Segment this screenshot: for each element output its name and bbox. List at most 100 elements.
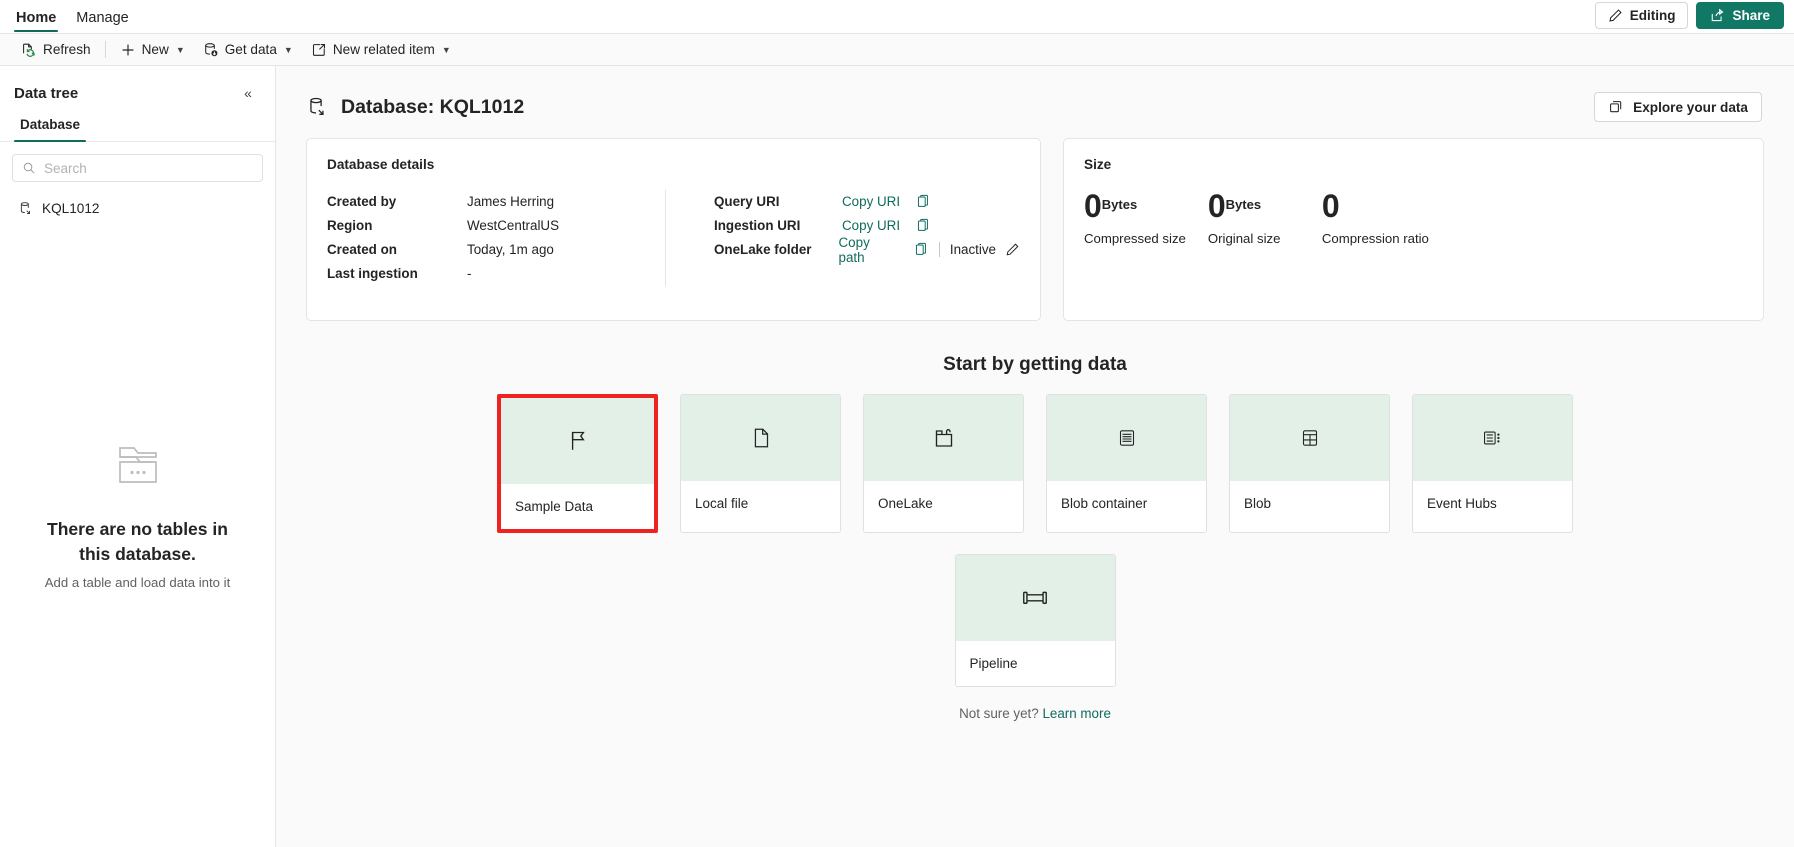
stat-number: 0 <box>1084 188 1102 224</box>
ribbon-actions: Editing Share <box>1594 2 1784 29</box>
page-body: Data tree « Database Search KQL1012 Ther… <box>0 66 1794 847</box>
search-icon <box>22 161 36 175</box>
detail-label: Query URI <box>714 194 780 210</box>
copy-query-uri-link[interactable]: Copy URI <box>842 194 900 209</box>
main-content: Database: KQL1012 Explore your data Data… <box>276 66 1794 847</box>
stat-number: 0 <box>1321 188 1340 224</box>
sidebar-tab-database-label: Database <box>20 117 81 132</box>
share-button-label: Share <box>1732 8 1770 23</box>
chevron-down-icon: ▼ <box>283 44 293 55</box>
copy-icon[interactable] <box>914 242 929 257</box>
stat-value-group: 0 <box>1322 190 1429 222</box>
flag-icon <box>564 427 592 455</box>
empty-state-title: There are no tables in this database. <box>47 518 228 564</box>
blob-icon <box>1300 428 1320 448</box>
tile-hero <box>1413 395 1572 481</box>
open-external-icon <box>311 42 327 58</box>
tile-label: Pipeline <box>955 641 1115 686</box>
refresh-button[interactable]: Refresh <box>12 37 100 63</box>
tile-hero <box>864 395 1023 481</box>
get-data-label: Get data <box>224 42 277 57</box>
explore-your-data-button[interactable]: Explore your data <box>1594 92 1762 122</box>
get-data-tiles-row-1: Sample Data Local file OneLake Blob cont… <box>276 394 1794 533</box>
size-card: Size 0Bytes Compressed size 0Bytes Origi… <box>1063 138 1764 321</box>
tile-onelake[interactable]: OneLake <box>863 394 1024 533</box>
stat-unit: Bytes <box>1101 196 1138 212</box>
detail-value: - <box>467 266 472 282</box>
detail-row-last-ingestion: Last ingestion - <box>327 262 665 286</box>
share-button[interactable]: Share <box>1696 2 1784 29</box>
sidebar-tab-bar: Database <box>0 114 275 142</box>
tile-hero <box>501 398 654 484</box>
copy-icon[interactable] <box>916 194 931 209</box>
chevron-down-icon: ▼ <box>175 44 185 55</box>
folder-icon <box>930 424 958 452</box>
detail-label: Last ingestion <box>327 266 418 282</box>
tile-label: Sample Data <box>501 484 654 529</box>
tile-hero <box>1230 395 1389 481</box>
database-details-title: Database details <box>327 157 435 172</box>
tile-label: Blob <box>1230 481 1389 526</box>
sidebar-tab-database[interactable]: Database <box>14 114 87 142</box>
page-title: Database: KQL1012 <box>341 95 525 118</box>
detail-row-created-by: Created by James Herring <box>327 190 665 214</box>
refresh-icon <box>21 42 37 58</box>
tile-hero <box>1047 395 1206 481</box>
stat-compressed-size: 0Bytes Compressed size <box>1084 190 1208 246</box>
tile-hero <box>955 555 1115 641</box>
explore-button-label: Explore your data <box>1633 99 1748 115</box>
size-card-title: Size <box>1084 157 1112 172</box>
editing-button-label: Editing <box>1629 8 1676 23</box>
tile-label: Blob container <box>1047 481 1206 526</box>
editing-button[interactable]: Editing <box>1594 2 1689 29</box>
get-data-heading: Start by getting data <box>943 354 1127 375</box>
tile-label: Local file <box>681 481 840 526</box>
pencil-icon <box>1608 8 1623 23</box>
new-related-item-button[interactable]: New related item ▼ <box>302 37 460 63</box>
stat-original-size: 0Bytes Original size <box>1208 190 1322 246</box>
blob-container-icon <box>1117 428 1137 448</box>
refresh-label: Refresh <box>43 42 91 57</box>
get-data-button[interactable]: Get data ▼ <box>194 37 302 63</box>
search-box[interactable] <box>12 154 263 182</box>
search-input[interactable] <box>44 160 253 176</box>
tile-label: Event Hubs <box>1413 481 1572 526</box>
main-header: Database: KQL1012 Explore your data <box>276 66 1794 138</box>
empty-folder-icon <box>109 439 167 491</box>
detail-label: Ingestion URI <box>714 218 801 234</box>
tile-blob-container[interactable]: Blob container <box>1046 394 1207 533</box>
edit-pencil-icon[interactable] <box>1005 242 1020 257</box>
data-tree-sidebar: Data tree « Database Search KQL1012 Ther… <box>0 66 276 847</box>
page-title-group: Database: KQL1012 <box>306 96 524 119</box>
summary-cards: Database details Created by James Herrin… <box>276 138 1794 321</box>
onelake-status-label: Inactive <box>949 242 996 258</box>
detail-label: Region <box>327 218 373 234</box>
explore-icon <box>1608 99 1624 115</box>
tile-local-file[interactable]: Local file <box>680 394 841 533</box>
stat-label: Compressed size <box>1084 231 1186 246</box>
learn-more-link[interactable]: Learn more <box>1042 706 1110 721</box>
ribbon-tab-manage[interactable]: Manage <box>66 6 138 33</box>
new-button[interactable]: New ▼ <box>111 37 194 63</box>
tile-sample-data[interactable]: Sample Data <box>497 394 658 533</box>
copy-ingestion-uri-link[interactable]: Copy URI <box>842 218 900 233</box>
detail-label: Created by <box>327 194 397 210</box>
collapse-sidebar-button[interactable]: « <box>235 80 261 106</box>
details-right-column: Query URI Copy URI Ingestion URI Copy UR… <box>690 190 1020 286</box>
detail-value: James Herring <box>467 194 555 210</box>
size-stats: 0Bytes Compressed size 0Bytes Original s… <box>1084 190 1743 246</box>
details-left-column: Created by James Herring Region WestCent… <box>327 190 665 286</box>
event-hubs-icon <box>1482 428 1504 448</box>
command-separator <box>104 41 106 58</box>
copy-icon[interactable] <box>916 218 931 233</box>
stat-value-group: 0Bytes <box>1084 190 1186 222</box>
detail-label: Created on <box>327 242 397 258</box>
tile-blob[interactable]: Blob <box>1229 394 1390 533</box>
tile-pipeline[interactable]: Pipeline <box>954 554 1116 687</box>
sidebar-empty-state: There are no tables in this database. Ad… <box>0 182 275 847</box>
ribbon-tab-home[interactable]: Home <box>6 6 66 33</box>
details-vertical-divider <box>665 190 666 286</box>
tile-event-hubs[interactable]: Event Hubs <box>1412 394 1573 533</box>
stat-label: Original size <box>1207 231 1281 246</box>
copy-onelake-path-link[interactable]: Copy path <box>839 235 898 265</box>
